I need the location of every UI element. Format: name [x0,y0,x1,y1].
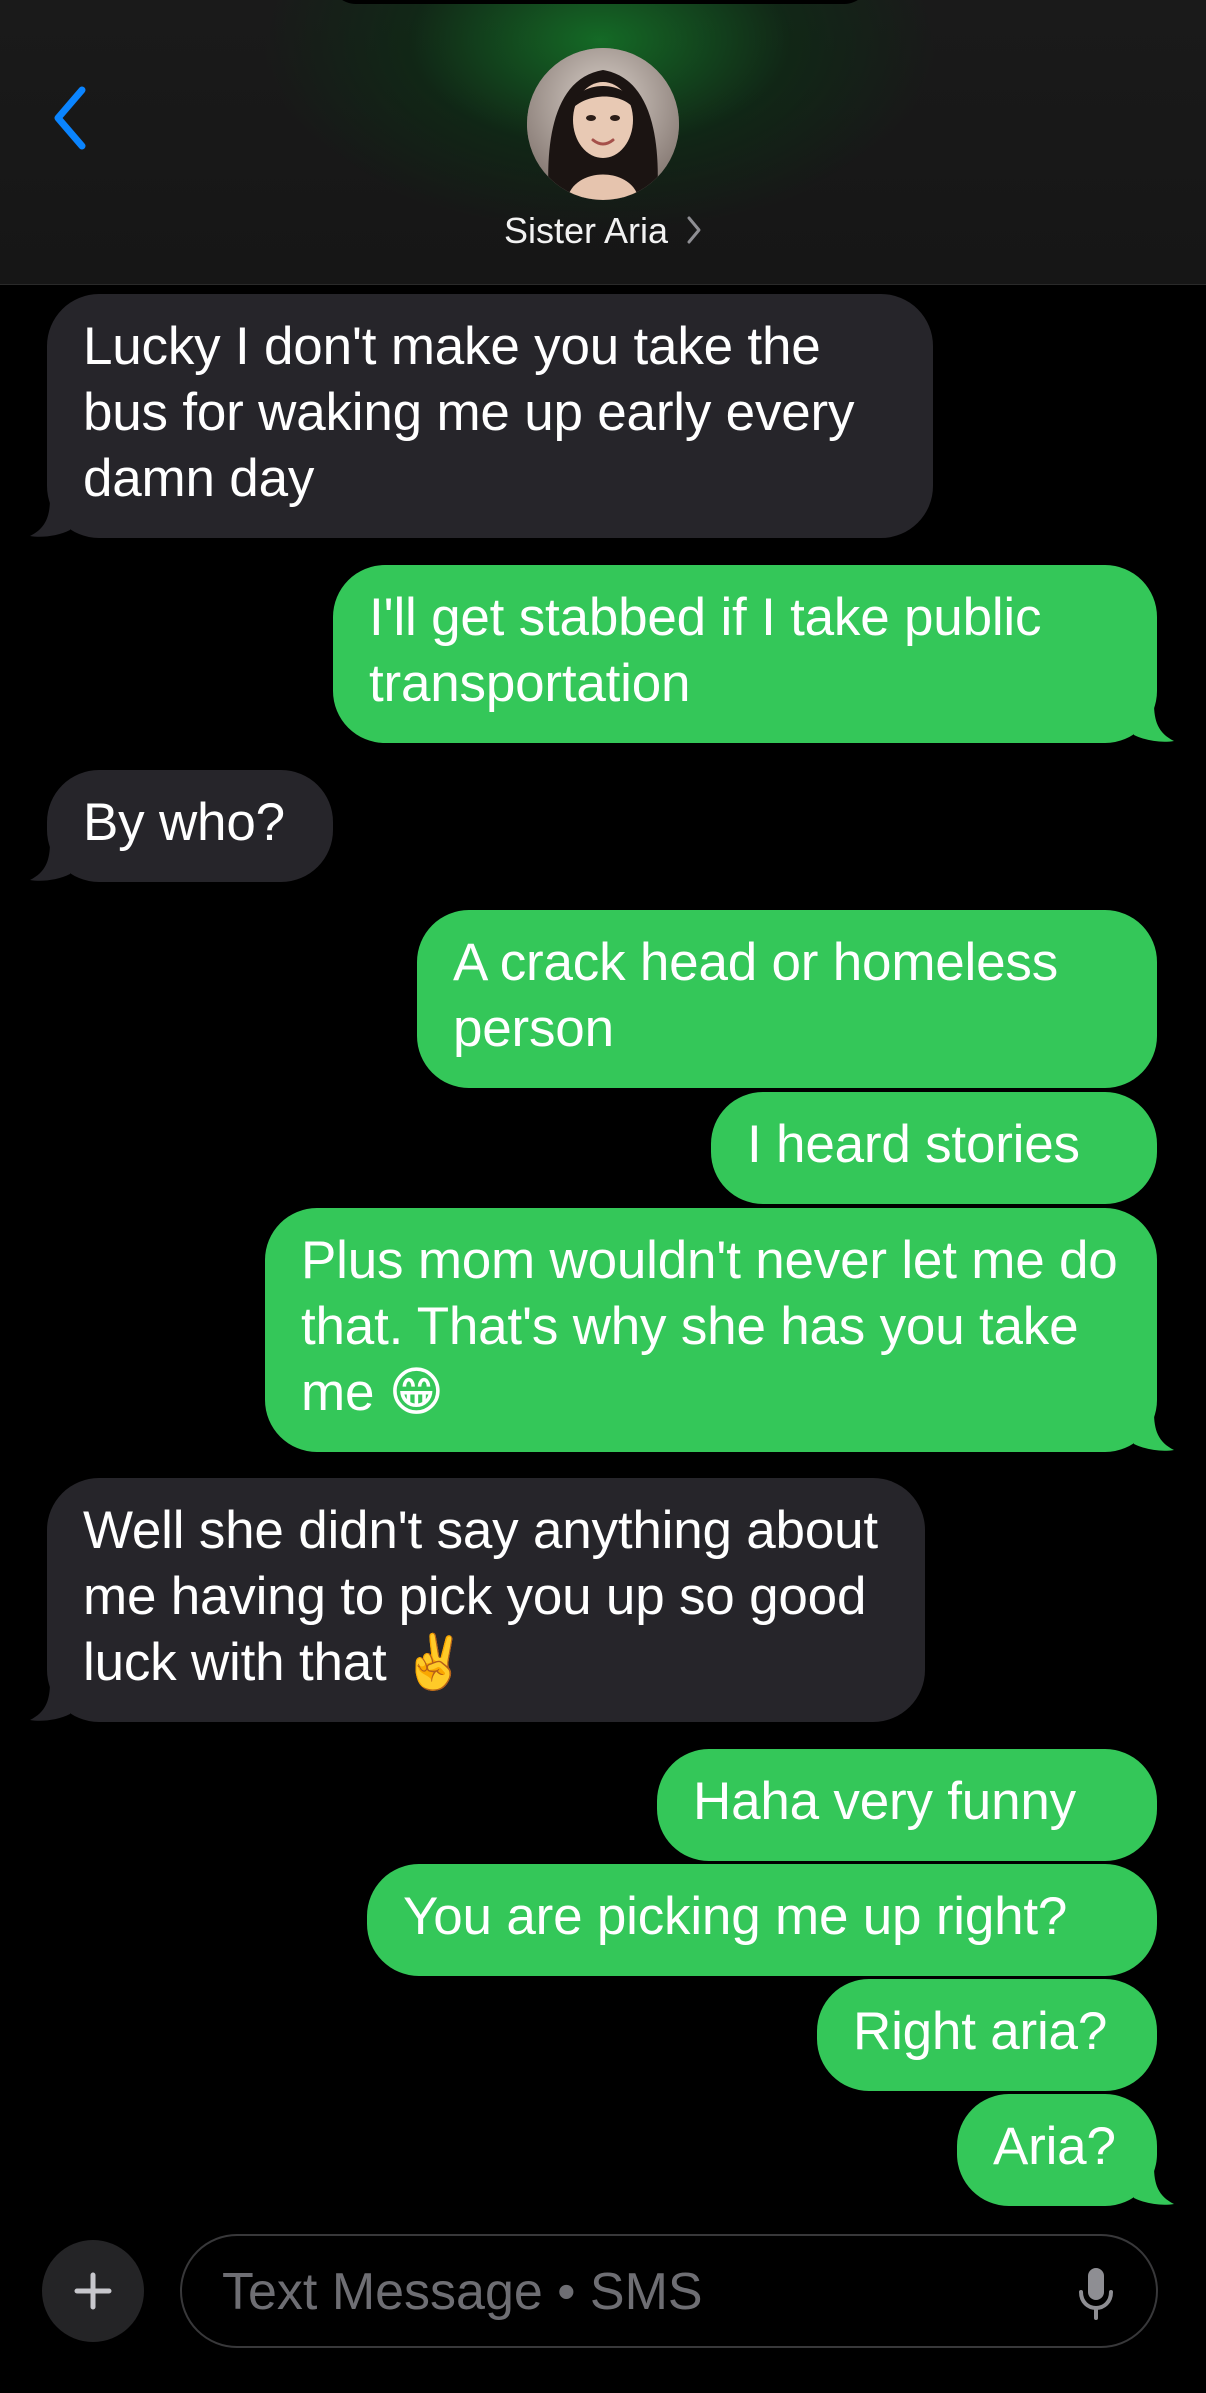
message-input[interactable] [220,2236,1044,2348]
message-bubble-incoming[interactable]: Well she didn't say anything about me ha… [47,1478,925,1722]
message-bubble-incoming[interactable]: By who? [47,770,333,882]
message-bubble-outgoing[interactable]: A crack head or homeless person [417,910,1157,1088]
bubble-tail-outgoing [1134,703,1174,742]
bubble-tail-outgoing [1134,1412,1174,1451]
contact-name: Sister Aria [503,210,669,251]
contact-name-button[interactable]: Sister Aria [0,210,1206,252]
message-text: Aria? [993,2117,1116,2176]
device-notch [330,0,870,4]
message-bubble-outgoing[interactable]: I heard stories [711,1092,1157,1204]
bubble-tail-outgoing [1134,2166,1174,2205]
message-text: A crack head or homeless person [453,933,1059,1058]
message-text: Haha very funny [693,1772,1076,1831]
plus-icon [74,2272,112,2310]
bubble-tail-incoming [30,842,70,881]
message-text: By who? [83,793,285,852]
message-bubble-outgoing[interactable]: Haha very funny [657,1749,1157,1861]
message-text: Plus mom wouldn't never let me do that. … [301,1231,1118,1422]
message-text-field[interactable] [180,2234,1158,2348]
message-bubble-outgoing[interactable]: I'll get stabbed if I take public transp… [333,565,1157,743]
bubble-tail-incoming [30,1682,70,1721]
conversation-header: Sister Aria [0,0,1206,285]
message-bubble-outgoing[interactable]: Right aria? [817,1979,1157,2091]
message-bubble-outgoing[interactable]: You are picking me up right? [367,1864,1157,1976]
message-text: Right aria? [853,2002,1108,2061]
message-bubble-outgoing[interactable]: Plus mom wouldn't never let me do that. … [265,1208,1157,1452]
microphone-icon[interactable] [1076,2266,1116,2322]
message-text: Well she didn't say anything about me ha… [83,1501,878,1692]
bubble-tail-incoming [30,498,70,537]
chevron-left-icon [54,86,86,150]
contact-avatar[interactable] [527,48,679,200]
message-text: You are picking me up right? [403,1887,1068,1946]
message-bubble-outgoing[interactable]: Aria? [957,2094,1157,2206]
message-bubble-incoming[interactable]: Lucky I don't make you take the bus for … [47,294,933,538]
message-composer [0,2222,1206,2362]
message-text: Lucky I don't make you take the bus for … [83,317,855,508]
home-indicator [420,2375,786,2387]
chevron-right-icon [687,216,701,244]
avatar-photo [527,48,679,200]
back-button[interactable] [40,78,100,158]
message-text: I heard stories [747,1115,1080,1174]
message-text: I'll get stabbed if I take public transp… [369,588,1042,713]
apps-plus-button[interactable] [42,2240,144,2342]
